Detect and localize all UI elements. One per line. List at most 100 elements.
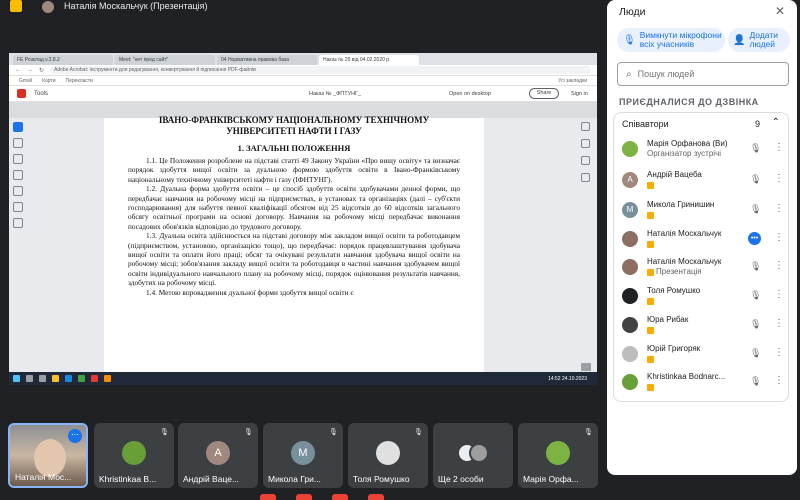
add-people-button[interactable]: 👤 Додати людей [728,28,790,52]
doc-section-title: 1. ЗАГАЛЬНІ ПОЛОЖЕННЯ [237,143,351,153]
mic-off-icon[interactable]: 🎙 [750,376,761,387]
bookmark-item[interactable]: Карти [42,78,55,84]
participant-tile-group[interactable]: Ще 2 особи [433,423,513,488]
forward-icon[interactable]: → [27,67,33,73]
control-button[interactable] [332,494,348,500]
participant-role: Організатор зустрічі [647,149,722,158]
avatar: А [206,441,230,465]
participant-row[interactable]: Khristinkaa Bodnarc... 🎙 ⋮ [622,370,786,396]
mic-off-icon[interactable]: 🎙 [750,143,761,154]
participant-row[interactable]: Толя Ромушко 🎙 ⋮ [622,284,786,310]
participant-row[interactable]: Наталія Москальчук Презентація 🎙 ⋮ [622,255,786,281]
avatar [376,441,400,465]
badge-icon [647,356,654,363]
more-vert-icon[interactable]: ⋮ [774,142,784,153]
search-box[interactable]: ⌕ [617,62,789,86]
participant-row[interactable]: А Андрій Вацеба 🎙 ⋮ [622,168,786,194]
start-icon[interactable] [13,375,20,382]
speaking-icon[interactable]: ••• [748,232,761,245]
close-icon[interactable]: ✕ [775,4,785,18]
participant-row[interactable]: Наталія Москальчук ••• ⋮ [622,227,786,253]
text-tool-icon[interactable] [13,186,23,196]
more-options-icon[interactable]: ⋯ [68,429,82,443]
app-icon[interactable] [91,375,98,382]
mic-off-icon: 🎙 [244,429,253,436]
chevron-up-icon[interactable]: ⌃ [772,117,780,128]
mute-all-button[interactable]: 🎙 Вимкнути мікрофони всіх учасників [617,28,725,52]
bookmark-item[interactable]: Усі закладки [558,78,587,84]
mic-off-icon[interactable]: 🎙 [750,204,761,215]
browser-tab-active[interactable]: Наказ № 29 від 04.02.2020 р. [319,55,419,65]
more-tools-icon[interactable] [13,218,23,228]
add-person-icon: 👤 [733,34,746,46]
open-desktop-button[interactable]: Open on desktop [449,91,491,97]
mic-off-icon[interactable]: 🎙 [750,290,761,301]
participant-row[interactable]: Марія Орфанова (Ви) Організатор зустрічі… [622,137,786,163]
mic-off-icon: 🎙 [414,429,423,436]
address-bar: ← → ↻ Adobe Acrobat: інструменти для ред… [9,65,597,76]
participant-tile[interactable]: 🎙 М Микола Гри... [263,423,343,488]
thumbnails-icon[interactable] [581,156,590,165]
mic-off-icon: 🎙 [160,429,169,436]
tools-button[interactable]: Tools [34,91,48,97]
share-button[interactable]: Share [529,88,559,99]
browser-tab[interactable]: Meet: "нет пред сайт" [115,55,215,65]
bookmark-item[interactable]: Gmail [19,78,32,84]
taskview-icon[interactable] [39,375,46,382]
left-toolbar [13,122,27,228]
windows-taskbar: 14:52 24.10.2023 [9,372,597,385]
doc-paragraph: 1.1. Це Положення розроблене на підставі… [128,156,460,184]
back-icon[interactable]: ← [15,67,21,73]
more-vert-icon[interactable]: ⋮ [774,347,784,358]
more-vert-icon[interactable]: ⋮ [774,203,784,214]
participant-tile[interactable]: 🎙 Khristinkaa B... [94,423,174,488]
search-input[interactable] [637,69,778,79]
participant-name: Андрій Вацеба [647,170,702,179]
participant-tile[interactable]: 🎙 Марія Орфа... [518,423,598,488]
mic-off-icon[interactable]: 🎙 [750,319,761,330]
control-button[interactable] [368,494,384,500]
more-vert-icon[interactable]: ⋮ [774,289,784,300]
browser-tab[interactable]: FE Розклад v.3.8.2 [13,55,113,65]
participant-tile[interactable]: 🎙 А Андрій Ваце... [178,423,258,488]
app-icon[interactable] [104,375,111,382]
sign-in-link[interactable]: Sign in [571,91,588,97]
mic-off-icon[interactable]: 🎙 [750,174,761,185]
participant-row[interactable]: Юра Рибак 🎙 ⋮ [622,313,786,339]
control-button[interactable] [296,494,312,500]
more-vert-icon[interactable]: ⋮ [774,232,784,243]
bookmarks-icon[interactable] [581,139,590,148]
fill-sign-tool-icon[interactable] [13,202,23,212]
draw-tool-icon[interactable] [13,154,23,164]
add-people-label: Додати людей [749,30,778,49]
participant-row[interactable]: М Микола Гринишин 🎙 ⋮ [622,198,786,224]
comment-tool-icon[interactable] [13,138,23,148]
mic-off-icon[interactable]: 🎙 [750,261,761,272]
presentation-title: Наталія Москальчук (Презентація) [64,1,208,11]
reload-icon[interactable]: ↻ [39,67,44,74]
browser-tab[interactable]: 04 Нормативна правова база [217,55,317,65]
attachments-icon[interactable] [581,173,590,182]
more-vert-icon[interactable]: ⋮ [774,260,784,271]
more-vert-icon[interactable]: ⋮ [774,173,784,184]
shared-screen: FE Розклад v.3.8.2 Meet: "нет пред сайт"… [9,53,597,385]
select-tool-icon[interactable] [13,122,23,132]
more-vert-icon[interactable]: ⋮ [774,318,784,329]
top-bar: Наталія Москальчук (Презентація) [0,0,605,14]
participant-tile-self[interactable]: ⋯ Наталія Мос... [8,423,88,488]
participant-row[interactable]: Юрій Григоряк 🎙 ⋮ [622,342,786,368]
mic-off-icon[interactable]: 🎙 [750,348,761,359]
bookmark-item[interactable]: Перекласти [66,78,93,84]
control-button[interactable] [260,494,276,500]
url-field[interactable]: Adobe Acrobat: інструменти для редагуван… [50,66,591,74]
presentation-icon[interactable] [10,0,22,12]
chrome-icon[interactable] [78,375,85,382]
participant-tile[interactable]: 🎙 Толя Ромушко [348,423,428,488]
avatar [622,346,638,362]
highlight-tool-icon[interactable] [13,170,23,180]
more-vert-icon[interactable]: ⋮ [774,375,784,386]
explorer-icon[interactable] [52,375,59,382]
search-icon[interactable] [26,375,33,382]
edge-icon[interactable] [65,375,72,382]
comments-icon[interactable] [581,122,590,131]
